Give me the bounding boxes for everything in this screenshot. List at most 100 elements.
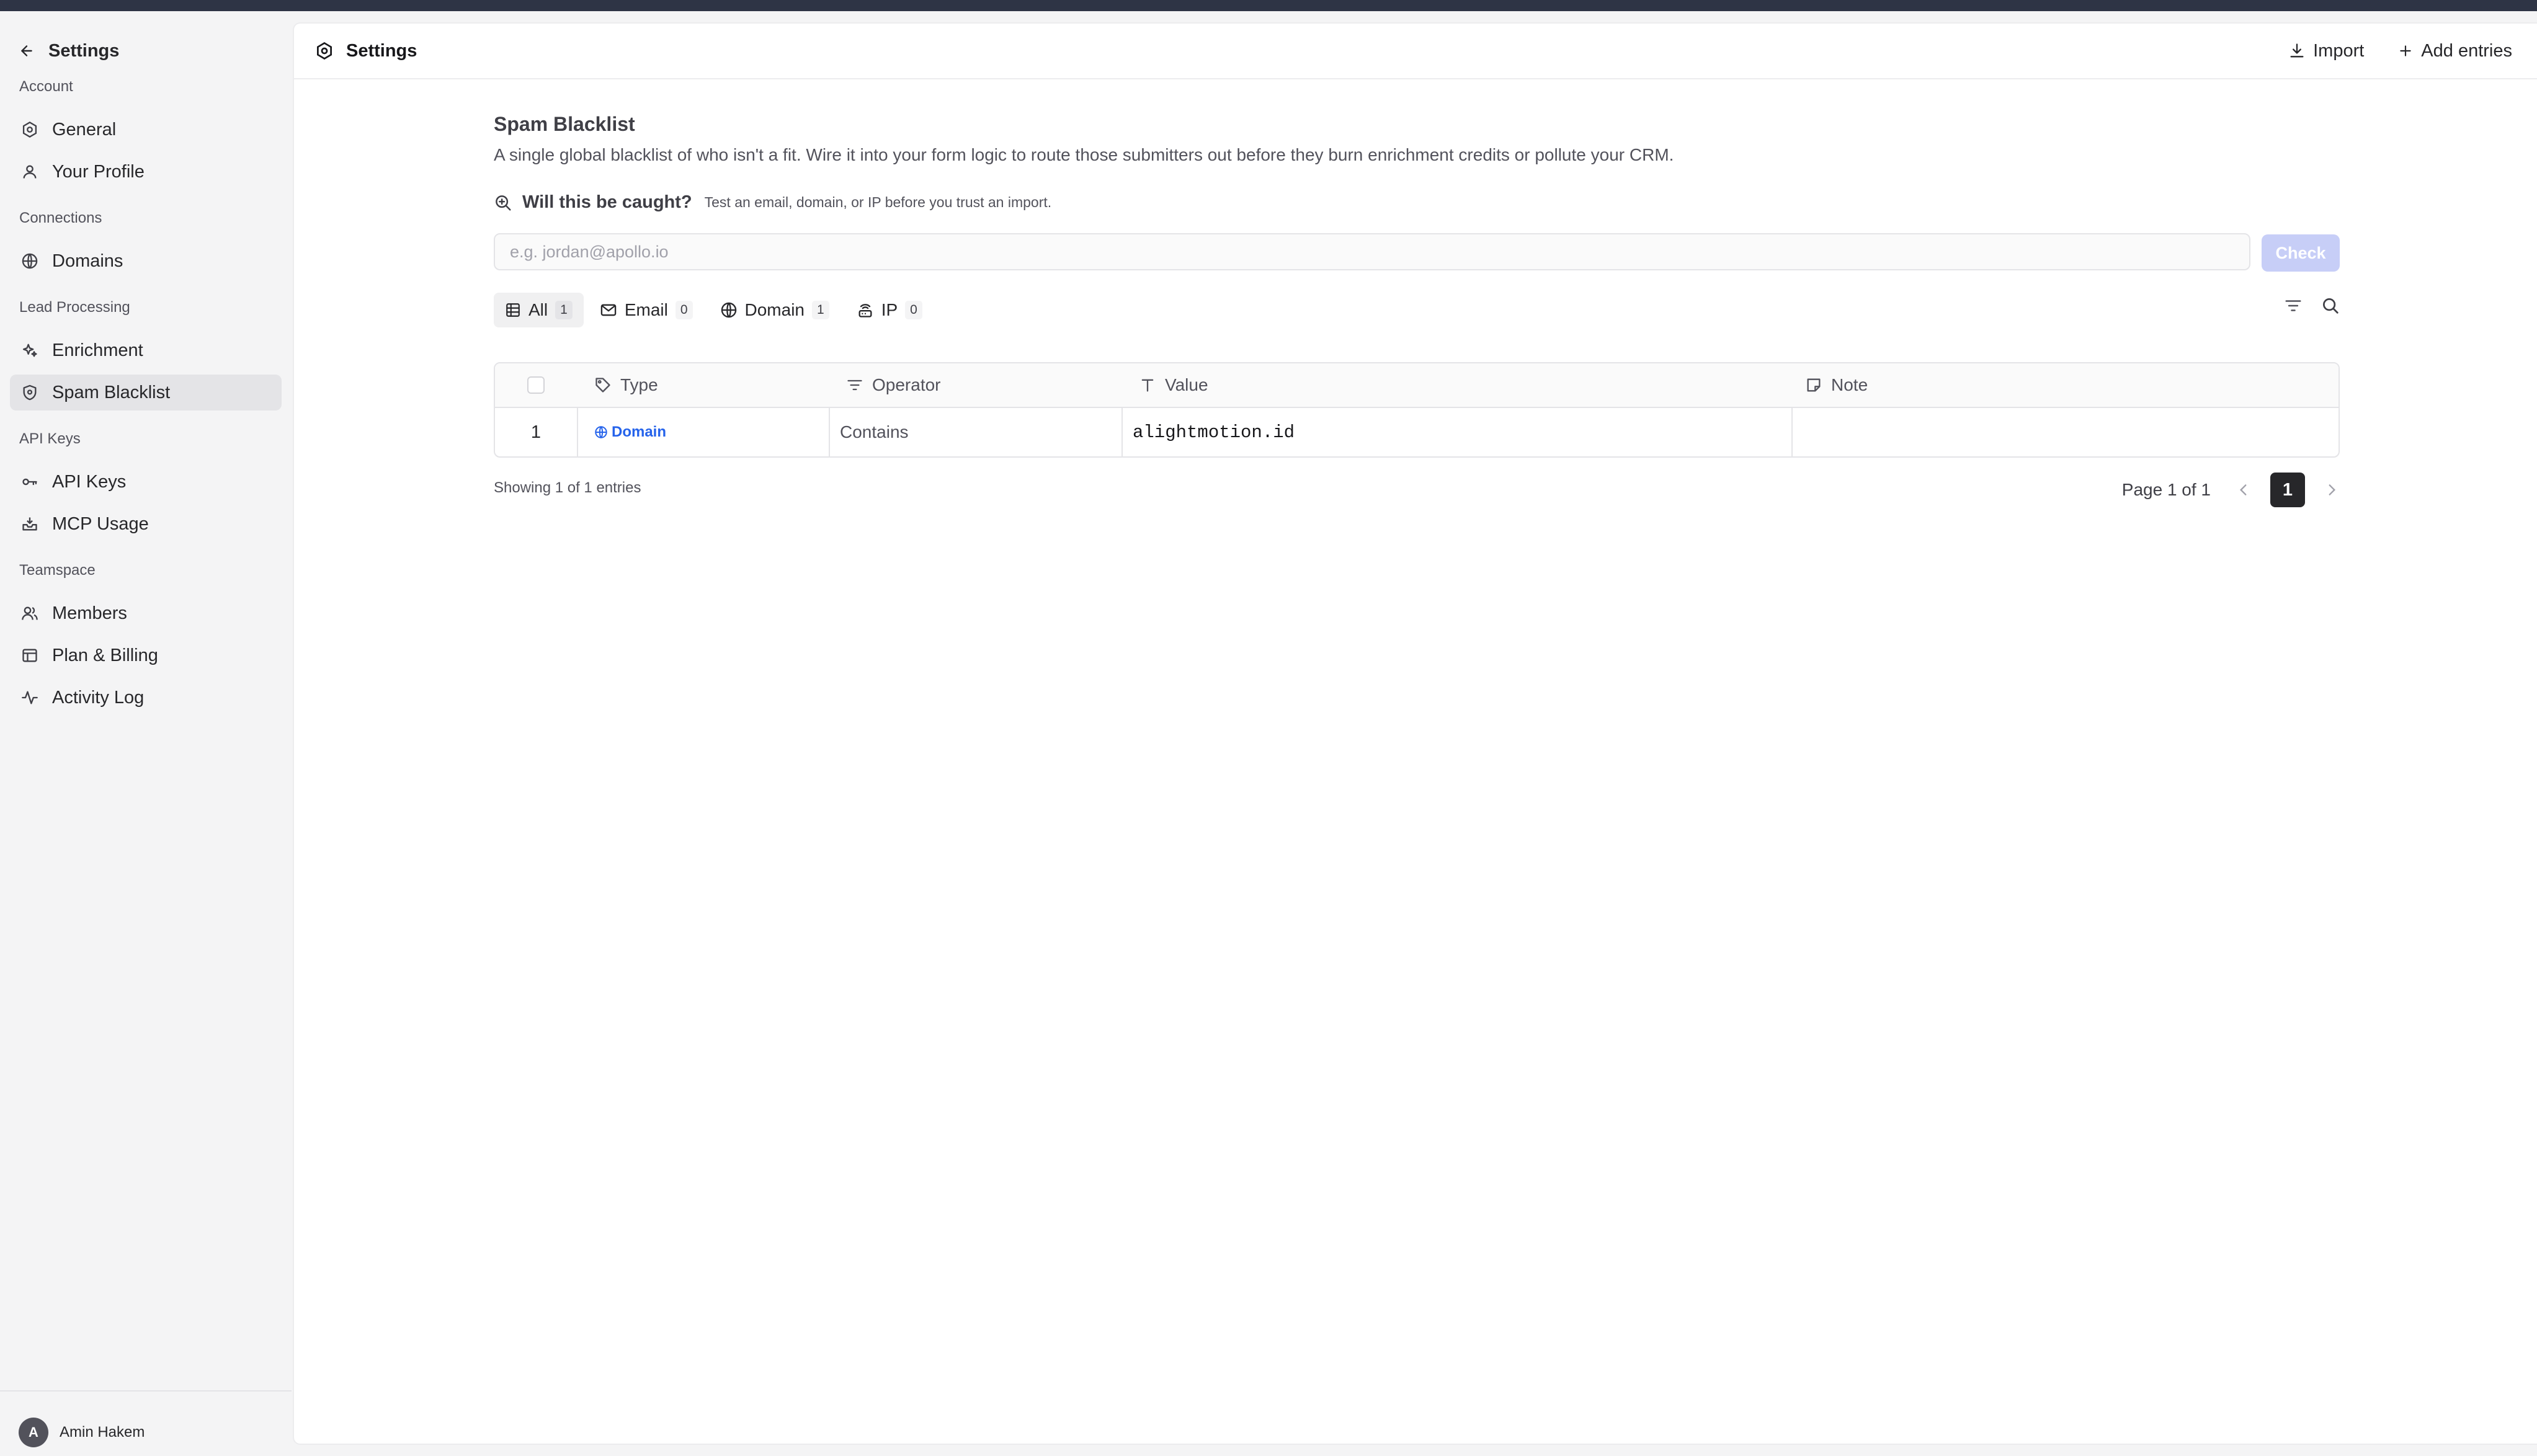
- main-header: Settings Import Add entries: [294, 24, 2537, 79]
- tab-all[interactable]: All 1: [494, 293, 584, 327]
- next-page-button[interactable]: [2324, 482, 2340, 498]
- sidebar-item-label: Domains: [52, 251, 123, 271]
- add-entries-label: Add entries: [2421, 40, 2512, 61]
- page-number-button[interactable]: 1: [2270, 473, 2305, 507]
- select-all-checkbox[interactable]: [527, 376, 545, 394]
- main-panel: Settings Import Add entries Spam Blackli…: [293, 22, 2537, 1445]
- chevron-right-icon: [2329, 484, 2336, 495]
- sidebar-item-label: General: [52, 119, 117, 140]
- filter-icon: [847, 380, 862, 391]
- filter-button[interactable]: [2284, 296, 2303, 315]
- value-cell[interactable]: alightmotion.id: [1133, 408, 1295, 456]
- import-button[interactable]: Import: [2288, 41, 2364, 61]
- tab-count: 0: [675, 301, 693, 319]
- sidebar-item-members[interactable]: Members: [10, 595, 282, 631]
- search-check-icon: [496, 195, 511, 210]
- sidebar-item-label: MCP Usage: [52, 513, 149, 534]
- tab-count: 0: [905, 301, 922, 319]
- column-header-type[interactable]: Type: [594, 363, 658, 407]
- check-button[interactable]: Check: [2262, 234, 2340, 272]
- pagination: Page 1 of 1 1: [2122, 473, 2340, 507]
- type-cell[interactable]: Domain: [594, 408, 666, 456]
- column-header-value[interactable]: Value: [1139, 363, 1208, 407]
- user-menu[interactable]: A Amin Hakem: [19, 1418, 145, 1447]
- header-actions: Import Add entries: [2288, 24, 2512, 78]
- sidebar-item-label: Plan & Billing: [52, 645, 158, 665]
- check-question: Will this be caught?: [522, 192, 692, 212]
- import-label: Import: [2313, 40, 2365, 61]
- gear-icon: [22, 121, 37, 138]
- sidebar-item-enrichment[interactable]: Enrichment: [10, 332, 282, 368]
- globe-icon: [595, 426, 607, 438]
- chevron-left-icon: [2239, 484, 2247, 495]
- sidebar-item-mcp-usage[interactable]: MCP Usage: [10, 506, 282, 542]
- activity-icon: [22, 691, 38, 704]
- back-to-settings-button[interactable]: Settings: [19, 29, 119, 73]
- column-divider: [1121, 408, 1123, 456]
- key-icon: [22, 478, 37, 486]
- sidebar-item-label: Your Profile: [52, 161, 145, 182]
- column-divider: [1791, 408, 1793, 456]
- operator-cell[interactable]: Contains: [840, 408, 909, 456]
- tab-ip[interactable]: IP 0: [845, 293, 934, 327]
- users-icon: [22, 606, 38, 620]
- back-label: Settings: [48, 40, 120, 61]
- sparkles-icon: [22, 344, 37, 357]
- tag-icon: [595, 378, 610, 393]
- sidebar-divider: [0, 1390, 292, 1392]
- sidebar-item-your-profile[interactable]: Your Profile: [10, 154, 282, 190]
- tab-email[interactable]: Email 0: [589, 293, 704, 327]
- sidebar-item-spam-blacklist[interactable]: Spam Blacklist: [10, 375, 282, 411]
- table-row[interactable]: 1 Domain Contains alightmotion.id: [495, 408, 2339, 456]
- type-tabs: All 1 Email 0 Domain 1 IP 0: [494, 293, 934, 327]
- add-entries-button[interactable]: Add entries: [2397, 41, 2512, 61]
- gear-icon: [317, 42, 332, 60]
- window-top-bar: [0, 0, 2537, 11]
- column-label: Note: [1831, 375, 1868, 394]
- sidebar-item-label: Members: [52, 603, 127, 623]
- check-hint: Test an email, domain, or IP before you …: [704, 194, 1052, 210]
- section-title-account: Account: [19, 78, 73, 95]
- sidebar-item-activity-log[interactable]: Activity Log: [10, 680, 282, 716]
- download-icon: [2290, 43, 2304, 58]
- showing-count: Showing 1 of 1 entries: [494, 479, 641, 496]
- mail-icon: [600, 304, 617, 316]
- check-input[interactable]: [494, 233, 2250, 270]
- column-header-operator[interactable]: Operator: [846, 363, 941, 407]
- globe-icon: [721, 302, 736, 318]
- sidebar-item-general[interactable]: General: [10, 112, 282, 148]
- column-label: Operator: [872, 375, 941, 394]
- section-title-connections: Connections: [19, 210, 102, 226]
- column-header-note[interactable]: Note: [1805, 363, 1868, 407]
- sidebar-item-label: API Keys: [52, 471, 127, 492]
- tab-count: 1: [812, 301, 829, 319]
- page-title: Spam Blacklist: [494, 113, 635, 135]
- billing-icon: [22, 649, 37, 662]
- header-title-text: Settings: [346, 40, 417, 61]
- page-header-title: Settings: [315, 24, 417, 78]
- tab-domain[interactable]: Domain 1: [709, 293, 840, 327]
- blacklist-table: Type Operator Value Note 1 Domain Contai…: [494, 362, 2340, 458]
- sidebar: Settings Account General Your Profile Co…: [0, 11, 292, 1456]
- row-number-cell: 1: [495, 408, 577, 456]
- page-label: Page 1 of 1: [2121, 480, 2211, 499]
- sidebar-item-domains[interactable]: Domains: [10, 243, 282, 279]
- search-button[interactable]: [2321, 296, 2340, 315]
- globe-icon: [22, 253, 38, 269]
- column-divider: [829, 408, 830, 456]
- tab-label: Domain: [744, 300, 805, 319]
- column-label: Type: [620, 375, 658, 394]
- tab-label: Email: [624, 300, 668, 319]
- plus-icon: [2400, 45, 2411, 56]
- section-title-lead-processing: Lead Processing: [19, 299, 130, 316]
- prev-page-button[interactable]: [2236, 482, 2252, 498]
- sidebar-item-label: Activity Log: [52, 687, 145, 708]
- sidebar-item-api-keys[interactable]: API Keys: [10, 464, 282, 500]
- table-tools: [2284, 296, 2340, 315]
- row-number: 1: [530, 422, 542, 442]
- sidebar-item-plan-billing[interactable]: Plan & Billing: [10, 637, 282, 673]
- arrow-left-icon: [21, 45, 32, 56]
- tab-label: All: [528, 300, 548, 319]
- search-icon: [2323, 298, 2339, 314]
- tab-count: 1: [555, 301, 573, 319]
